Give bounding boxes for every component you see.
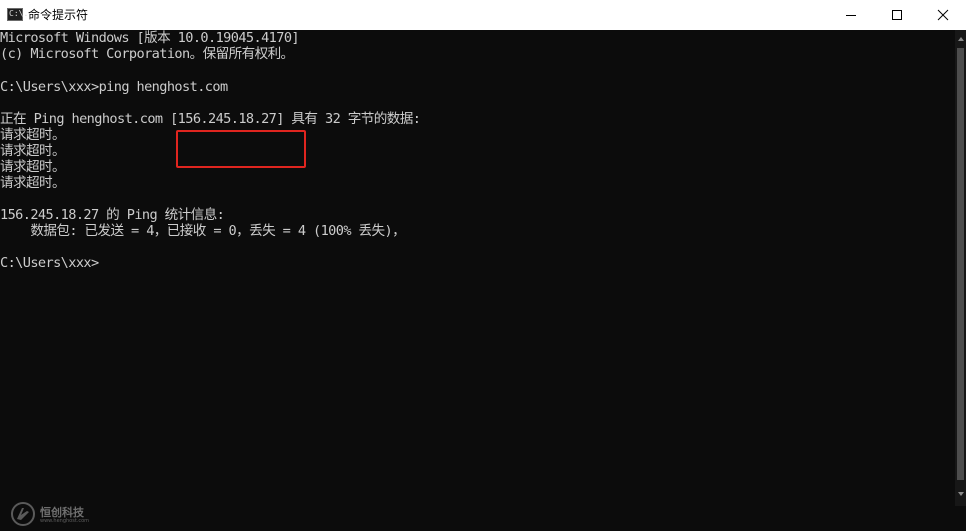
ip-highlight-box [176,130,306,168]
console-line: 156.245.18.27 的 Ping 统计信息: [0,207,225,223]
henghost-logo-icon [11,502,35,526]
window-title: 命令提示符 [28,8,89,22]
console-line: C:\Users\xxx> [0,255,99,271]
maximize-icon [892,10,902,20]
close-button[interactable] [920,0,966,30]
console-line: 请求超时。 [0,127,66,143]
console-line: 请求超时。 [0,159,66,175]
cmd-icon[interactable]: C:\. [7,8,28,21]
console-line: Microsoft Windows [版本 10.0.19045.4170] [0,30,300,46]
scrollbar-thumb[interactable] [957,48,964,480]
console-output[interactable]: Microsoft Windows [版本 10.0.19045.4170] (… [0,30,955,526]
console-line: 数据包: 已发送 = 4，已接收 = 0，丢失 = 4 (100% 丢失)， [0,223,406,239]
console-line: C:\Users\xxx>ping henghost.com [0,79,228,95]
maximize-button[interactable] [874,0,920,30]
console-line: 请求超时。 [0,143,66,159]
title-bar[interactable]: C:\. 命令提示符 [0,0,966,30]
console-line: (c) Microsoft Corporation。保留所有权利。 [0,46,294,62]
console-line: 请求超时。 [0,175,66,191]
scroll-down-arrow-icon[interactable] [958,492,964,496]
cmd-icon-label: C:\. [9,9,29,18]
scroll-up-arrow-icon[interactable] [958,37,964,41]
watermark-logo: 恒创科技 www.henghost.com [10,501,100,529]
minimize-button[interactable] [828,0,874,30]
minimize-icon [846,15,856,16]
watermark-site: www.henghost.com [40,518,90,524]
console-line: 正在 Ping henghost.com [156.245.18.27] 具有 … [0,111,421,127]
close-icon [937,9,949,21]
